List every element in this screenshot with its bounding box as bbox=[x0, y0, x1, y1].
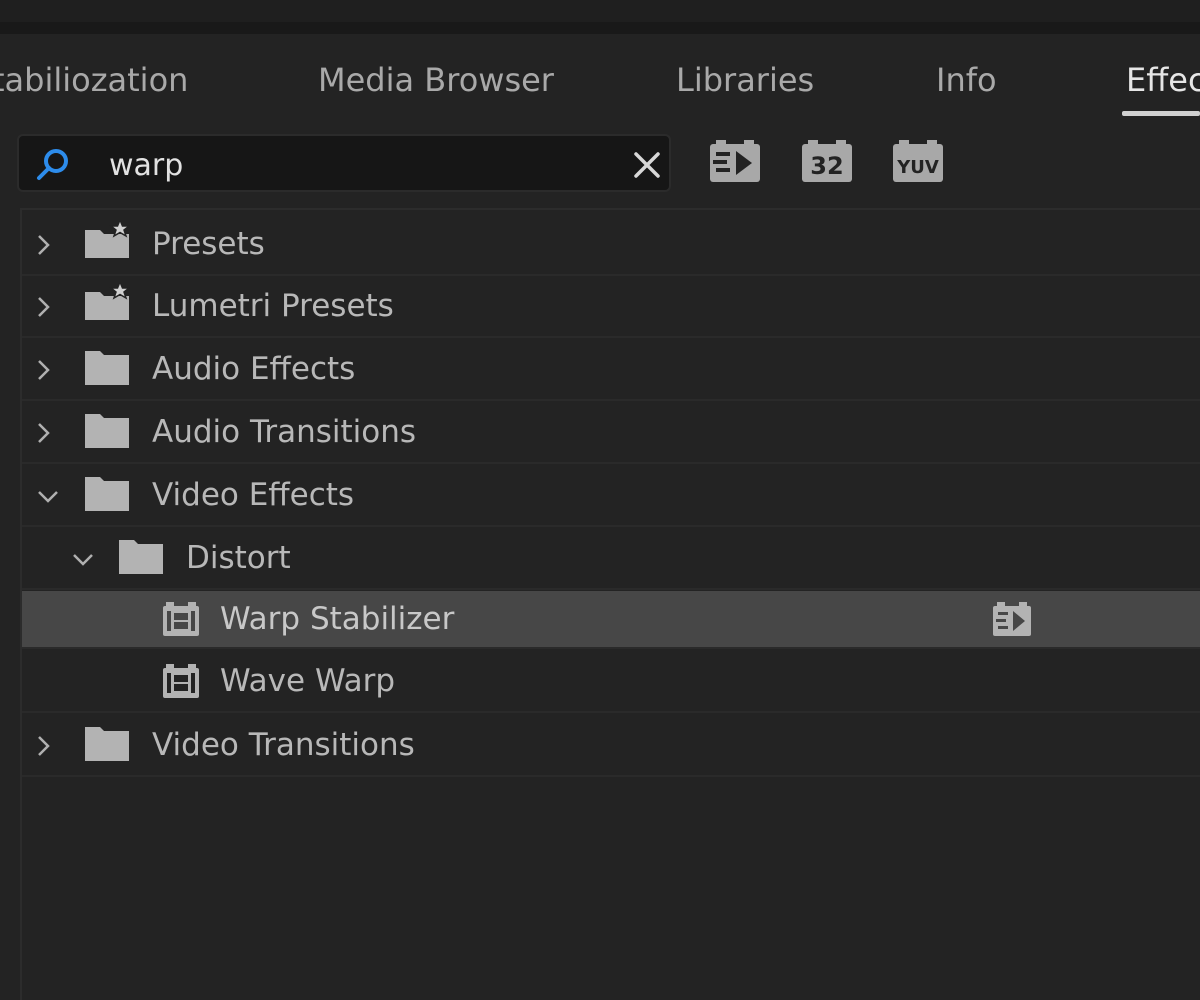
video-effect-icon bbox=[163, 664, 199, 698]
folder-icon bbox=[85, 414, 129, 448]
accelerated-effects-icon bbox=[993, 602, 1031, 636]
folder-icon bbox=[85, 351, 129, 385]
preset-folder-icon bbox=[85, 220, 130, 258]
tree-item-label: Video Transitions bbox=[152, 727, 415, 763]
video-effect-icon bbox=[163, 602, 199, 636]
yuv-icon: YUV bbox=[893, 140, 943, 182]
accelerated-effects-icon bbox=[710, 140, 760, 182]
tab-warp-stabilization[interactable]: tabiliozation bbox=[0, 58, 188, 102]
chevron-right-icon[interactable] bbox=[30, 294, 56, 320]
tree-item-warp-stabilizer[interactable]: Warp Stabilizer bbox=[22, 591, 1200, 649]
tree-item-video-effects[interactable]: Video Effects bbox=[22, 465, 1200, 527]
tree-item-audio-transitions[interactable]: Audio Transitions bbox=[22, 402, 1200, 464]
folder-icon bbox=[85, 727, 129, 761]
tree-item-label: Distort bbox=[186, 540, 291, 576]
tree-item-label: Presets bbox=[152, 226, 265, 262]
tree-item-presets[interactable]: Presets bbox=[22, 214, 1200, 276]
chevron-down-icon[interactable] bbox=[35, 483, 61, 509]
yuv-label: YUV bbox=[896, 157, 939, 178]
tree-item-distort[interactable]: Distort bbox=[22, 528, 1200, 590]
chevron-down-icon[interactable] bbox=[70, 546, 96, 572]
tree-item-audio-effects[interactable]: Audio Effects bbox=[22, 339, 1200, 401]
search-input[interactable] bbox=[107, 142, 611, 188]
tree-item-label: Warp Stabilizer bbox=[220, 601, 455, 637]
tab-info[interactable]: Info bbox=[936, 58, 997, 102]
clear-search-icon[interactable] bbox=[633, 151, 661, 179]
tree-item-lumetri-presets[interactable]: Lumetri Presets bbox=[22, 276, 1200, 338]
chevron-right-icon[interactable] bbox=[30, 420, 56, 446]
32-bit-icon: 32 bbox=[802, 140, 852, 182]
32-bit-filter-button[interactable]: 32 bbox=[800, 138, 854, 188]
tree-item-video-transitions[interactable]: Video Transitions bbox=[22, 715, 1200, 777]
search-box[interactable] bbox=[17, 134, 671, 192]
active-tab-indicator bbox=[1122, 111, 1200, 116]
tree-item-label: Audio Transitions bbox=[152, 414, 417, 450]
tree-item-label: Audio Effects bbox=[152, 351, 356, 387]
chevron-right-icon[interactable] bbox=[30, 733, 56, 759]
yuv-filter-button[interactable]: YUV bbox=[891, 138, 945, 188]
tree-item-label: Lumetri Presets bbox=[152, 288, 394, 324]
tab-effects[interactable]: Effec bbox=[1126, 58, 1200, 102]
chevron-right-icon[interactable] bbox=[30, 357, 56, 383]
tree-item-wave-warp[interactable]: Wave Warp bbox=[22, 651, 1200, 713]
folder-icon bbox=[119, 540, 163, 574]
accelerated-effects-filter-button[interactable] bbox=[708, 138, 762, 188]
chevron-right-icon[interactable] bbox=[30, 232, 56, 258]
window-top-edge bbox=[0, 22, 1200, 34]
preset-folder-icon bbox=[85, 282, 130, 320]
tab-media-browser[interactable]: Media Browser bbox=[318, 58, 554, 102]
folder-icon bbox=[85, 477, 129, 511]
32-bit-label: 32 bbox=[810, 152, 843, 180]
tree-item-label: Wave Warp bbox=[220, 663, 396, 699]
tree-item-label: Video Effects bbox=[152, 477, 355, 513]
tab-libraries[interactable]: Libraries bbox=[676, 58, 814, 102]
search-icon bbox=[37, 149, 68, 180]
